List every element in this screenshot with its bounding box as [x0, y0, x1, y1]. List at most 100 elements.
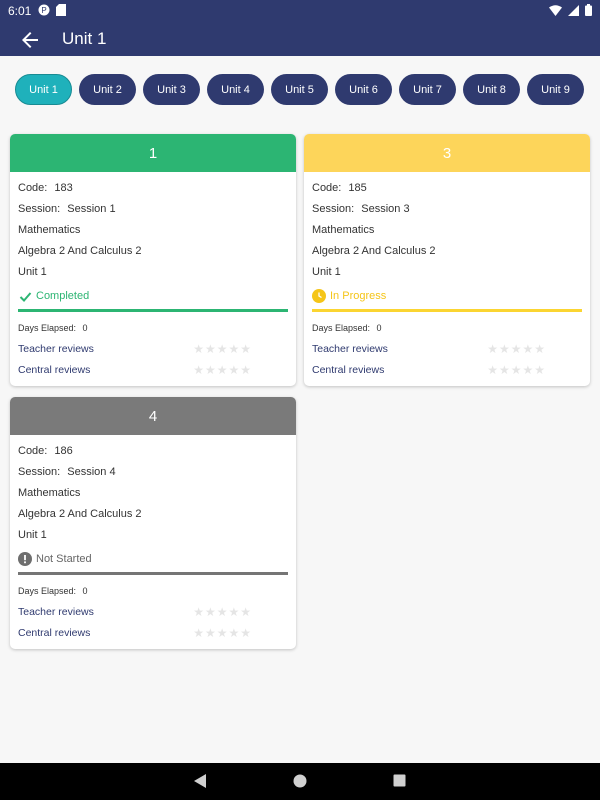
unit-chip-5[interactable]: Unit 5 — [271, 74, 328, 105]
course-text: Algebra 2 And Calculus 2 — [18, 245, 142, 257]
teacher-reviews-link[interactable]: Teacher reviews — [18, 606, 94, 618]
navigation-bar — [0, 763, 600, 800]
session-card[interactable]: 1 Code: 183 Session: Session 1 Mathemati… — [10, 134, 296, 386]
page-title: Unit 1 — [62, 29, 107, 48]
status-bar-line — [18, 309, 288, 312]
session-label: Session: — [312, 203, 355, 215]
code-row: Code: 185 — [312, 178, 582, 199]
unit-text: Unit 1 — [312, 266, 341, 278]
card-header: 1 — [10, 134, 296, 172]
central-rating-stars: ★★★★★ — [487, 362, 546, 377]
status-indicator: In Progress — [312, 285, 582, 307]
teacher-reviews-row: Teacher reviews ★★★★★ — [312, 338, 582, 359]
teacher-reviews-row: Teacher reviews ★★★★★ — [18, 338, 288, 359]
central-rating-stars: ★★★★★ — [193, 362, 252, 377]
check-icon — [18, 289, 32, 303]
course-text: Algebra 2 And Calculus 2 — [18, 508, 142, 520]
back-triangle-icon[interactable] — [193, 773, 207, 794]
unit-chip-3[interactable]: Unit 3 — [143, 74, 200, 105]
code-value: 183 — [54, 182, 73, 194]
session-value: Session 1 — [67, 203, 116, 215]
session-card[interactable]: 4 Code: 186 Session: Session 4 Mathemati… — [10, 397, 296, 649]
central-reviews-link[interactable]: Central reviews — [18, 364, 90, 376]
teacher-rating-stars: ★★★★★ — [193, 341, 252, 356]
subject-text: Mathematics — [18, 224, 81, 236]
session-value: Session 4 — [67, 466, 116, 478]
teacher-reviews-row: Teacher reviews ★★★★★ — [18, 601, 288, 622]
status-bar: 6:01 P — [0, 0, 600, 24]
card-header: 4 — [10, 397, 296, 435]
course-text: Algebra 2 And Calculus 2 — [312, 245, 436, 257]
code-label: Code: — [312, 182, 342, 194]
unit-chip-9[interactable]: Unit 9 — [527, 74, 584, 105]
central-rating-stars: ★★★★★ — [193, 625, 252, 640]
signal-icon — [568, 4, 579, 19]
session-row: Session: Session 4 — [18, 462, 288, 483]
days-elapsed: Days Elapsed: 0 — [312, 318, 582, 338]
session-value: Session 3 — [361, 203, 410, 215]
central-reviews-link[interactable]: Central reviews — [18, 627, 90, 639]
home-circle-icon[interactable] — [293, 774, 307, 793]
code-label: Code: — [18, 445, 48, 457]
teacher-reviews-link[interactable]: Teacher reviews — [312, 343, 388, 355]
unit-chip-1[interactable]: Unit 1 — [15, 74, 72, 105]
back-arrow-icon[interactable] — [18, 28, 42, 52]
teacher-rating-stars: ★★★★★ — [487, 341, 546, 356]
sd-card-icon — [56, 4, 66, 19]
status-text: Completed — [36, 290, 90, 302]
days-label: Days Elapsed: — [18, 323, 77, 333]
days-value: 0 — [82, 323, 88, 333]
subject-text: Mathematics — [18, 487, 81, 499]
unit-chip-4[interactable]: Unit 4 — [207, 74, 264, 105]
status-text: Not Started — [36, 553, 92, 565]
central-reviews-row: Central reviews ★★★★★ — [18, 359, 288, 380]
unit-chip-2[interactable]: Unit 2 — [79, 74, 136, 105]
card-header: 3 — [304, 134, 590, 172]
unit-chip-8[interactable]: Unit 8 — [463, 74, 520, 105]
days-value: 0 — [376, 323, 382, 333]
session-row: Session: Session 3 — [312, 199, 582, 220]
status-bar-line — [18, 572, 288, 575]
code-value: 185 — [348, 182, 367, 194]
session-label: Session: — [18, 466, 61, 478]
days-value: 0 — [82, 586, 88, 596]
teacher-rating-stars: ★★★★★ — [193, 604, 252, 619]
unit-chip-6[interactable]: Unit 6 — [335, 74, 392, 105]
days-elapsed: Days Elapsed: 0 — [18, 318, 288, 338]
clock-icon — [312, 289, 326, 303]
session-label: Session: — [18, 203, 61, 215]
code-label: Code: — [18, 182, 48, 194]
recents-square-icon[interactable] — [393, 774, 406, 792]
status-bar-line — [312, 309, 582, 312]
battery-icon — [585, 4, 592, 19]
notification-icon: P — [38, 4, 50, 19]
code-value: 186 — [54, 445, 73, 457]
days-label: Days Elapsed: — [312, 323, 371, 333]
status-indicator: Not Started — [18, 548, 288, 570]
unit-text: Unit 1 — [18, 266, 47, 278]
card-number: 4 — [148, 407, 158, 425]
status-indicator: Completed — [18, 285, 288, 307]
card-number: 3 — [442, 144, 452, 162]
exclamation-icon — [18, 552, 32, 566]
unit-chip-list: Unit 1 Unit 2 Unit 3 Unit 4 Unit 5 Unit … — [15, 74, 584, 105]
svg-text:P: P — [41, 6, 46, 15]
days-label: Days Elapsed: — [18, 586, 77, 596]
session-row: Session: Session 1 — [18, 199, 288, 220]
status-time: 6:01 — [8, 4, 32, 18]
teacher-reviews-link[interactable]: Teacher reviews — [18, 343, 94, 355]
days-elapsed: Days Elapsed: 0 — [18, 581, 288, 601]
app-bar: Unit 1 — [0, 24, 600, 56]
code-row: Code: 183 — [18, 178, 288, 199]
central-reviews-row: Central reviews ★★★★★ — [312, 359, 582, 380]
wifi-icon — [549, 4, 562, 19]
subject-text: Mathematics — [312, 224, 375, 236]
central-reviews-row: Central reviews ★★★★★ — [18, 622, 288, 643]
status-text: In Progress — [330, 290, 387, 302]
unit-text: Unit 1 — [18, 529, 47, 541]
session-card[interactable]: 3 Code: 185 Session: Session 3 Mathemati… — [304, 134, 590, 386]
unit-chip-7[interactable]: Unit 7 — [399, 74, 456, 105]
central-reviews-link[interactable]: Central reviews — [312, 364, 384, 376]
code-row: Code: 186 — [18, 441, 288, 462]
card-number: 1 — [148, 144, 158, 162]
